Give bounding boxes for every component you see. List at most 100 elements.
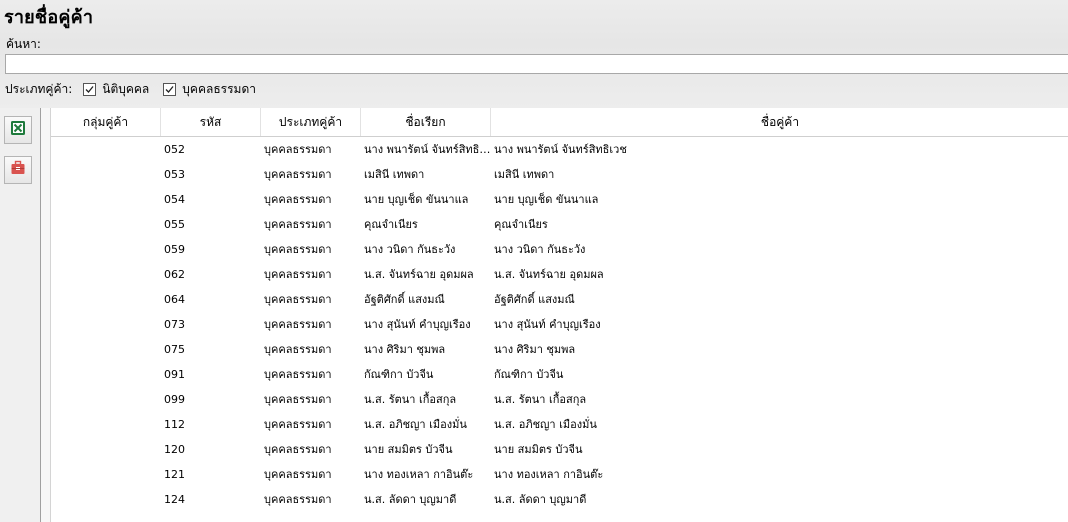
cell-partner-name: คุณจำเนียร	[494, 218, 548, 231]
table-row[interactable]: 112 บุคคลธรรมดา น.ส. อภิชญา เมืองมั่น น.ส. …	[51, 412, 1068, 437]
cell-short-name: นาง วนิดา กันธะวัง	[364, 243, 456, 256]
tools-button[interactable]	[4, 156, 32, 184]
cell-group	[51, 337, 161, 362]
cell-short-name: นาง ทองเหลา กาอินต๊ะ	[364, 468, 474, 481]
cell-type: บุคคลธรรมดา	[264, 368, 332, 381]
cell-type: บุคคลธรรมดา	[264, 343, 332, 356]
table-header: กลุ่มคู่ค้า รหัส ประเภทคู่ค้า ชื่อเรียก …	[51, 108, 1068, 137]
partner-type-filter: ประเภทคู่ค้า: นิติบุคคล บุคคลธรรมดา	[5, 80, 270, 98]
cell-code: 055	[164, 218, 185, 231]
table-row[interactable]: 062 บุคคลธรรมดา น.ส. จันทร์ฉาย อุดมผล น.ส. …	[51, 262, 1068, 287]
column-header-partner-name[interactable]: ชื่อคู่ค้า	[491, 108, 1068, 136]
table-row[interactable]: 121 บุคคลธรรมดา นาง ทองเหลา กาอินต๊ะ นาง ทอ…	[51, 462, 1068, 487]
juristic-person-label: นิติบุคคล	[102, 81, 150, 96]
cell-type: บุคคลธรรมดา	[264, 318, 332, 331]
cell-code: 059	[164, 243, 185, 256]
cell-type: บุคคลธรรมดา	[264, 393, 332, 406]
cell-partner-name: นาง ทองเหลา กาอินต๊ะ	[494, 468, 604, 481]
page-header: รายชื่อคู่ค้า ค้นหา: ประเภทคู่ค้า: นิติบ…	[0, 0, 1068, 108]
row-indicator-gutter	[41, 108, 51, 522]
table-row[interactable]: 054 บุคคลธรรมดา นาย บุญเช็ด ขันนาแล นาย บุญ…	[51, 187, 1068, 212]
individual-label: บุคคลธรรมดา	[182, 81, 256, 96]
cell-group	[51, 287, 161, 312]
cell-partner-name: น.ส. จันทร์ฉาย อุดมผล	[494, 268, 604, 281]
cell-type: บุคคลธรรมดา	[264, 468, 332, 481]
cell-type: บุคคลธรรมดา	[264, 293, 332, 306]
cell-partner-name: นาย สมมิตร บัวจีน	[494, 443, 583, 456]
cell-type: บุคคลธรรมดา	[264, 268, 332, 281]
cell-type: บุคคลธรรมดา	[264, 193, 332, 206]
cell-type: บุคคลธรรมดา	[264, 443, 332, 456]
individual-checkbox[interactable]: บุคคลธรรมดา	[163, 80, 256, 99]
cell-type: บุคคลธรรมดา	[264, 493, 332, 506]
search-input[interactable]	[5, 54, 1068, 74]
cell-partner-name: นาง ศิริมา ชุมพล	[494, 343, 576, 356]
table-row[interactable]: 120 บุคคลธรรมดา นาย สมมิตร บัวจีน นาย สมมิต…	[51, 437, 1068, 462]
cell-code: 073	[164, 318, 185, 331]
cell-short-name: นาย สมมิตร บัวจีน	[364, 443, 453, 456]
cell-short-name: นาง สุนันท์ คำบุญเรือง	[364, 318, 471, 331]
cell-code: 120	[164, 443, 185, 456]
cell-group	[51, 262, 161, 287]
cell-short-name: น.ส. จันทร์ฉาย อุดมผล	[364, 268, 474, 281]
table-row[interactable]: 052 บุคคลธรรมดา นาง พนารัตน์ จันทร์สิทธิเว…	[51, 137, 1068, 162]
cell-group	[51, 312, 161, 337]
cell-partner-name: น.ส. ลัดดา บุญมาดี	[494, 493, 587, 506]
table-row[interactable]: 059 บุคคลธรรมดา นาง วนิดา กันธะวัง นาง วนิด…	[51, 237, 1068, 262]
table-row[interactable]: 055 บุคคลธรรมดา คุณจำเนียร คุณจำเนียร	[51, 212, 1068, 237]
checkbox-checked-icon[interactable]	[83, 82, 97, 96]
cell-code: 062	[164, 268, 185, 281]
cell-code: 112	[164, 418, 185, 431]
cell-group	[51, 137, 161, 162]
partner-type-label: ประเภทคู่ค้า:	[5, 81, 73, 96]
cell-code: 124	[164, 493, 185, 506]
table-row[interactable]: 099 บุคคลธรรมดา น.ส. รัตนา เกื้อสกุล น.ส. ร…	[51, 387, 1068, 412]
partner-table: กลุ่มคู่ค้า รหัส ประเภทคู่ค้า ชื่อเรียก …	[40, 108, 1068, 522]
cell-partner-name: อัฐติศักดิ์ แสงมณี	[494, 293, 575, 306]
cell-short-name: คุณจำเนียร	[364, 218, 418, 231]
cell-partner-name: กัณฑิกา บัวจีน	[494, 368, 564, 381]
cell-group	[51, 487, 161, 512]
cell-short-name: นาย บุญเช็ด ขันนาแล	[364, 193, 469, 206]
cell-code: 091	[164, 368, 185, 381]
cell-short-name: น.ส. ลัดดา บุญมาดี	[364, 493, 457, 506]
table-row[interactable]: 091 บุคคลธรรมดา กัณฑิกา บัวจีน กัณฑิกา บัวจ…	[51, 362, 1068, 387]
table-row[interactable]: 064 บุคคลธรรมดา อัฐติศักดิ์ แสงมณี อัฐติศัก…	[51, 287, 1068, 312]
table-row[interactable]: 073 บุคคลธรรมดา นาง สุนันท์ คำบุญเรือง นาง …	[51, 312, 1068, 337]
cell-partner-name: เมสินี เทพดา	[494, 168, 555, 181]
export-excel-button[interactable]	[4, 116, 32, 144]
cell-group	[51, 237, 161, 262]
checkbox-checked-icon[interactable]	[163, 82, 177, 96]
cell-partner-name: นาง สุนันท์ คำบุญเรือง	[494, 318, 601, 331]
cell-short-name: เมสินี เทพดา	[364, 168, 425, 181]
cell-partner-name: น.ส. อภิชญา เมืองมั่น	[494, 418, 597, 431]
cell-short-name: น.ส. รัตนา เกื้อสกุล	[364, 393, 457, 406]
cell-short-name: อัฐติศักดิ์ แสงมณี	[364, 293, 445, 306]
page-title: รายชื่อคู่ค้า	[4, 7, 94, 28]
toolbox-icon	[10, 160, 26, 180]
side-toolbar	[0, 108, 40, 522]
cell-group	[51, 412, 161, 437]
column-header-short-name[interactable]: ชื่อเรียก	[361, 108, 491, 136]
table-row[interactable]: 075 บุคคลธรรมดา นาง ศิริมา ชุมพล นาง ศิริมา…	[51, 337, 1068, 362]
cell-code: 052	[164, 143, 185, 156]
cell-group	[51, 362, 161, 387]
column-header-code[interactable]: รหัส	[161, 108, 261, 136]
cell-code: 054	[164, 193, 185, 206]
column-header-type[interactable]: ประเภทคู่ค้า	[261, 108, 361, 136]
cell-group	[51, 162, 161, 187]
juristic-person-checkbox[interactable]: นิติบุคคล	[83, 80, 149, 99]
column-header-group[interactable]: กลุ่มคู่ค้า	[51, 108, 161, 136]
cell-type: บุคคลธรรมดา	[264, 243, 332, 256]
cell-type: บุคคลธรรมดา	[264, 218, 332, 231]
cell-short-name: นาง ศิริมา ชุมพล	[364, 343, 446, 356]
cell-partner-name: นาย บุญเช็ด ขันนาแล	[494, 193, 599, 206]
table-row[interactable]: 124 บุคคลธรรมดา น.ส. ลัดดา บุญมาดี น.ส. ลัด…	[51, 487, 1068, 512]
table-row[interactable]: 053 บุคคลธรรมดา เมสินี เทพดา เมสินี เทพดา	[51, 162, 1068, 187]
cell-group	[51, 462, 161, 487]
cell-code: 064	[164, 293, 185, 306]
cell-partner-name: น.ส. รัตนา เกื้อสกุล	[494, 393, 587, 406]
cell-short-name: กัณฑิกา บัวจีน	[364, 368, 434, 381]
cell-partner-name: นาง วนิดา กันธะวัง	[494, 243, 586, 256]
cell-short-name: น.ส. อภิชญา เมืองมั่น	[364, 418, 467, 431]
